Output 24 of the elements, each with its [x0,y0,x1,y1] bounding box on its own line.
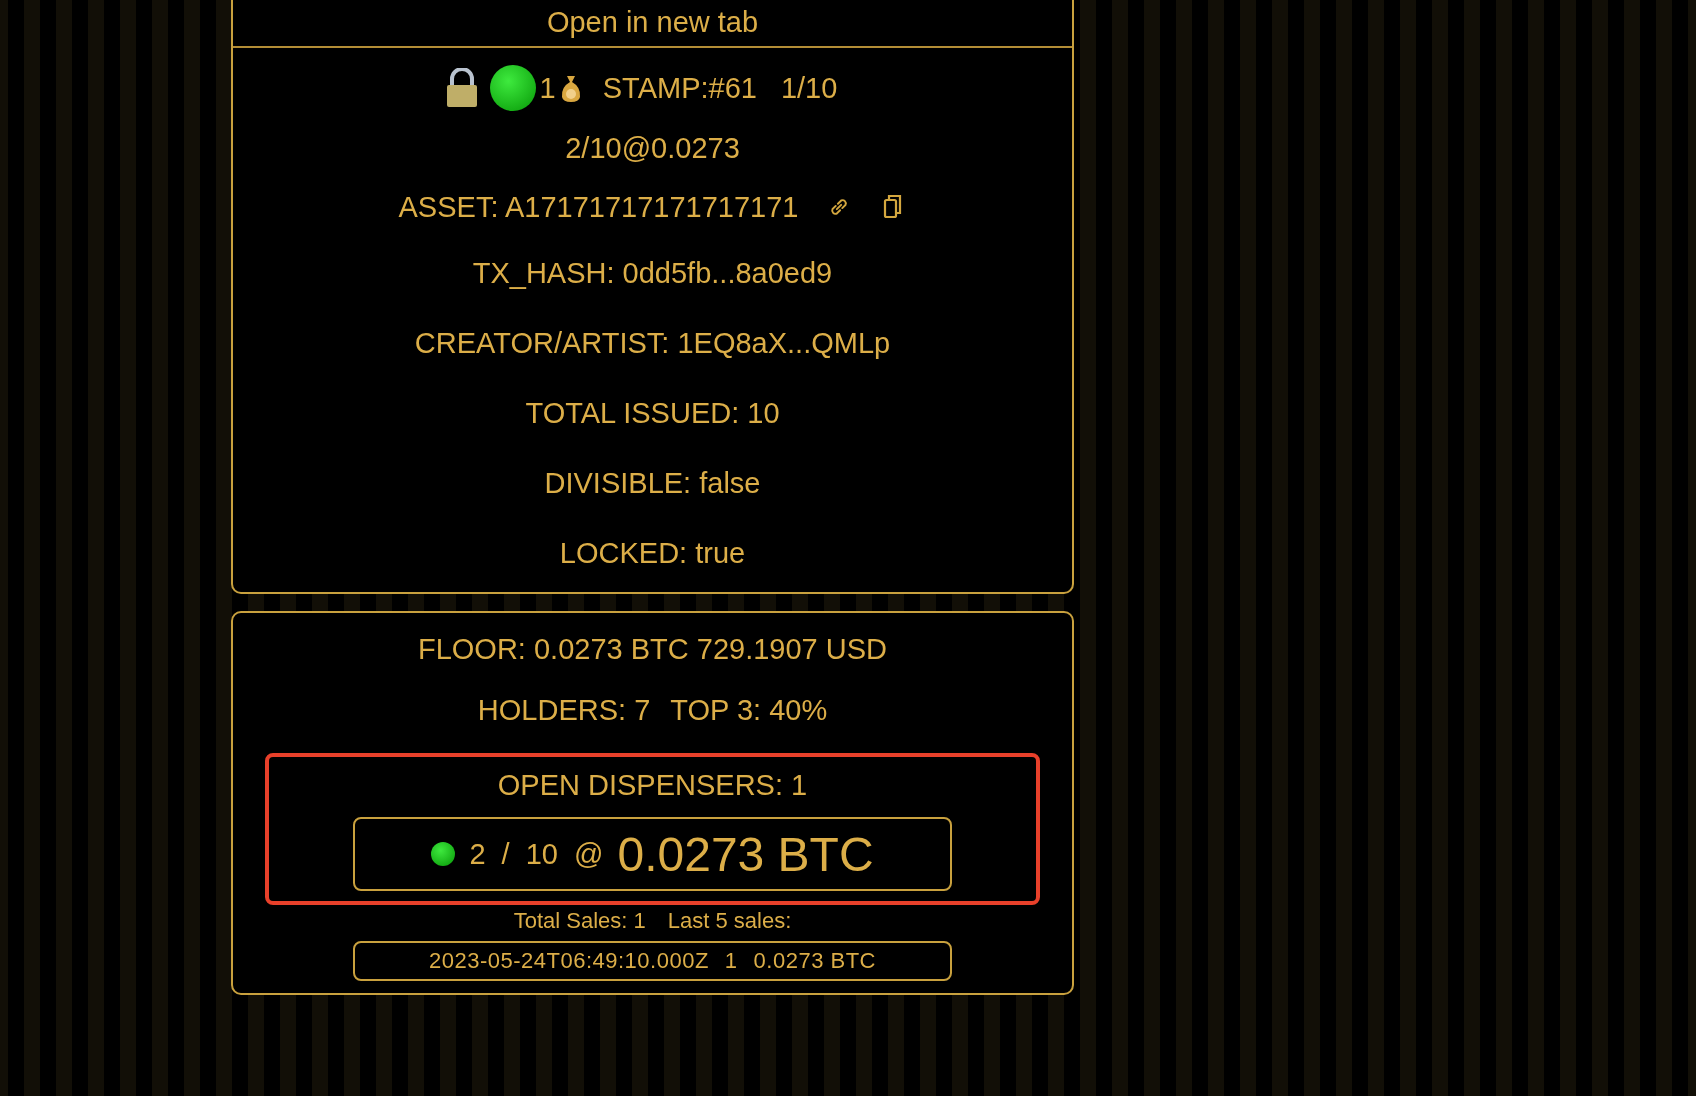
top-holders-text: TOP 3: 40% [670,693,828,727]
holders-text: HOLDERS: 7 [477,693,651,727]
open-in-new-tab-link[interactable]: Open in new tab [233,0,1072,48]
open-dispensers-title: OPEN DISPENSERS: 1 [497,768,808,803]
edition-text: 1/10 [780,71,838,105]
detail-text: CREATOR/ARTIST: 1EQ8aX...QMLp [414,326,891,361]
sale-price: 0.0273 BTC [753,948,876,974]
floor-price-text: FLOOR: 0.0273 BTC 729.1907 USD [417,632,888,667]
sale-time: 2023-05-24T06:49:10.000Z [429,948,709,974]
count-text: 1 [539,71,556,105]
status-dot-icon [489,65,536,111]
last-sales-text: Last 5 sales: [667,908,792,934]
stamp-number: STAMP:#61 [602,71,757,105]
total-sales-text: Total Sales: 1 [513,908,646,934]
detail-text: DIVISIBLE: false [544,466,761,501]
quantity-text: 2 / 10 @ [469,837,604,871]
detail-text: LOCKED: true [559,536,746,571]
listing-text: 2/10@0.0273 [565,131,740,166]
asset-text: ASSET: A17171717171717171 [398,190,799,224]
dispenser-card[interactable]: 2 / 10 @ 0.0273 BTC [353,817,952,891]
detail-text: TX_HASH: 0dd5fb...8a0ed9 [472,256,833,291]
price-text: 0.0273 BTC [617,826,874,882]
sale-quantity: 1 [724,948,738,974]
detail-text: TOTAL ISSUED: 10 [525,396,780,431]
